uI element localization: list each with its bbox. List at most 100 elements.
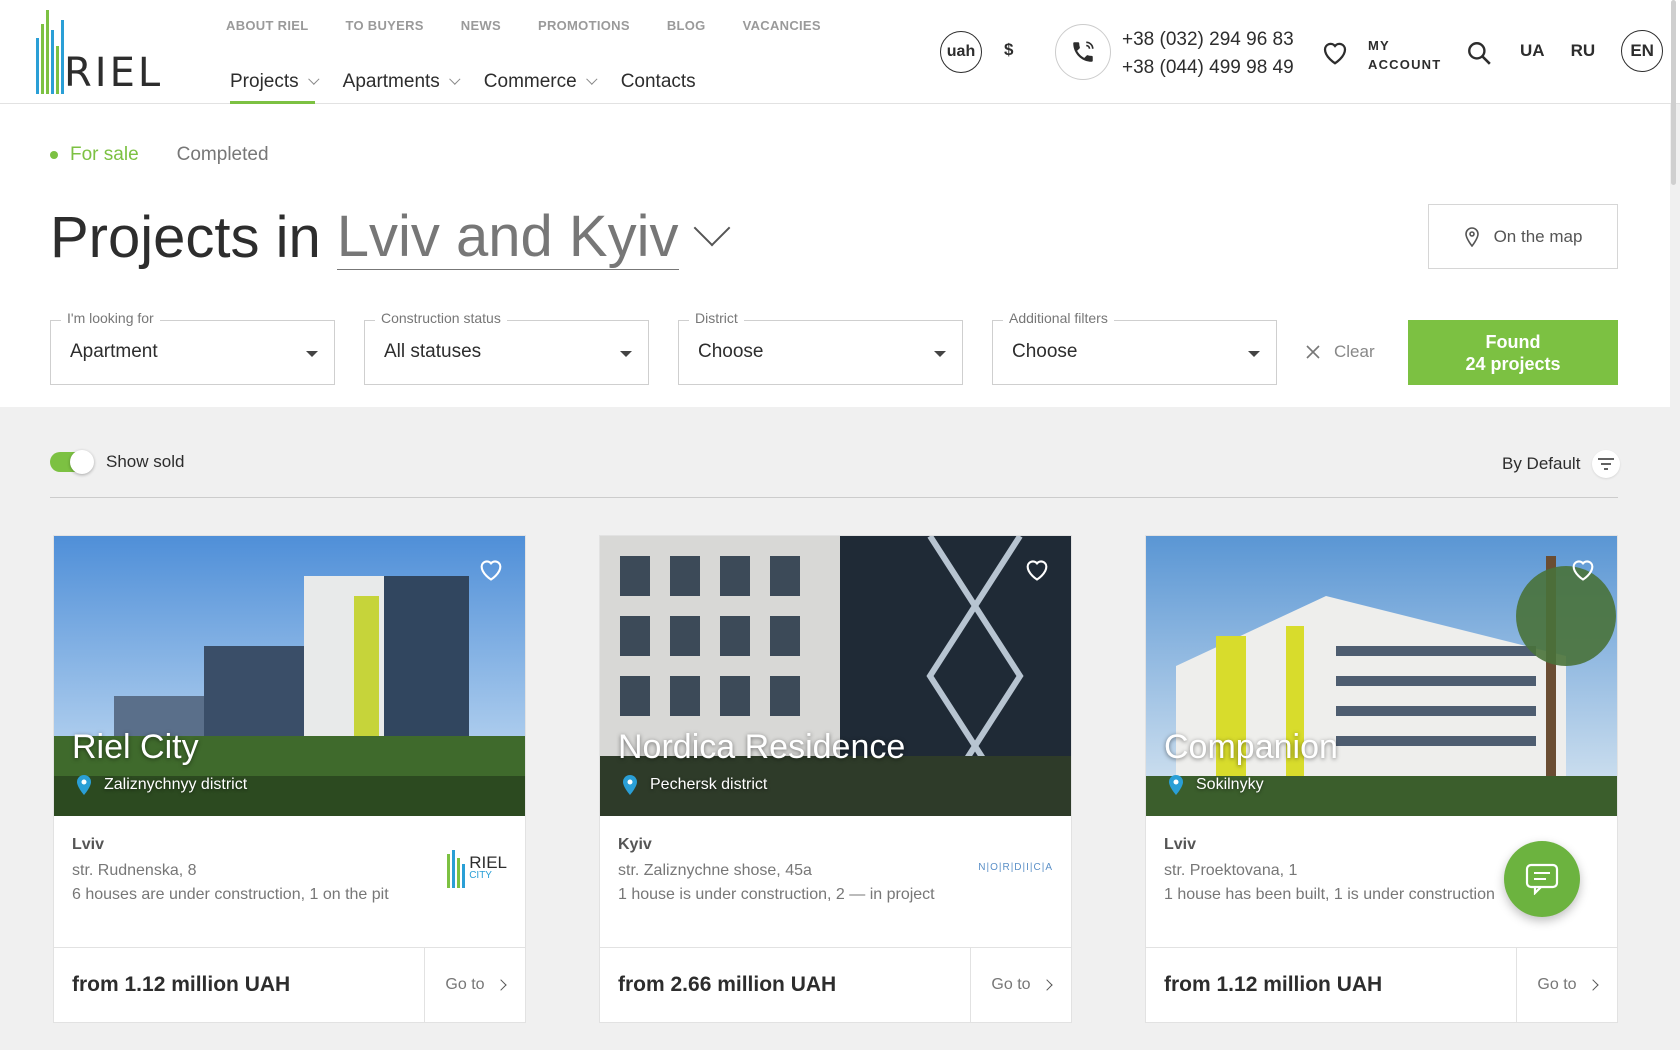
project-houses: 6 houses are under construction, 1 on th…: [72, 886, 389, 903]
riel-logo[interactable]: RIEL: [34, 10, 180, 98]
project-houses: 1 house has been built, 1 is under const…: [1164, 886, 1495, 903]
my-account-link[interactable]: MY ACCOUNT: [1368, 36, 1441, 74]
project-card-riel-city[interactable]: Riel City Zaliznychnyy district Lviv str…: [53, 535, 526, 1023]
link-vacancies[interactable]: VACANCIES: [743, 18, 821, 33]
nav-contacts[interactable]: Contacts: [621, 62, 696, 102]
chevron-right-icon: [494, 979, 507, 991]
link-about[interactable]: ABOUT RIEL: [226, 18, 308, 33]
map-pin-icon: [623, 775, 637, 795]
tab-completed[interactable]: Completed: [177, 144, 269, 166]
phone-kyiv[interactable]: +38 (044) 499 98 49: [1122, 54, 1294, 82]
project-photo[interactable]: Nordica Residence Pechersk district: [600, 536, 1071, 816]
project-district-label: Pechersk district: [650, 776, 768, 793]
chevron-down-icon[interactable]: [693, 209, 730, 246]
currency-uah-button[interactable]: uah: [940, 31, 982, 73]
project-address: str. Rudnenska, 8: [72, 862, 197, 879]
district-select[interactable]: District Choose: [678, 310, 963, 385]
favorite-heart-icon[interactable]: [1023, 556, 1051, 587]
found-line1: Found: [1485, 331, 1541, 352]
nav-apartments[interactable]: Apartments: [342, 62, 461, 102]
go-to-label: Go to: [991, 976, 1031, 993]
nordica-logo: N|O|R|D|I|C|A: [978, 862, 1053, 873]
project-info: Lviv str. Rudnenska, 8 6 houses are unde…: [54, 816, 525, 948]
nav-commerce[interactable]: Commerce: [483, 62, 598, 102]
chat-button[interactable]: [1504, 841, 1580, 917]
city-selector[interactable]: Lviv and Kyiv: [336, 205, 679, 270]
construction-status-select[interactable]: Construction status All statuses: [364, 310, 649, 385]
looking-for-value: Apartment: [70, 341, 158, 362]
clear-filters-button[interactable]: Clear: [1306, 342, 1375, 362]
dropdown-arrow-icon: [934, 351, 946, 357]
go-to-label: Go to: [1537, 976, 1577, 993]
page-scrollbar[interactable]: [1671, 0, 1676, 185]
link-blog[interactable]: BLOG: [667, 18, 706, 33]
construction-status-value: All statuses: [384, 341, 482, 362]
favorite-heart-icon[interactable]: [477, 556, 505, 587]
phone-call-button[interactable]: [1055, 24, 1111, 80]
favorite-heart-icon[interactable]: [1569, 556, 1597, 587]
lang-en[interactable]: EN: [1621, 30, 1664, 72]
project-footer: from 2.66 million UAH Go to: [600, 948, 1071, 1022]
phone-lviv[interactable]: +38 (032) 294 96 83: [1122, 26, 1294, 54]
phone-icon: [1073, 41, 1094, 62]
search-icon[interactable]: [1466, 40, 1492, 71]
top-links: ABOUT RIEL TO BUYERS NEWS PROMOTIONS BLO…: [226, 18, 821, 33]
nav-projects-label: Projects: [230, 71, 299, 92]
project-name[interactable]: Companion: [1164, 728, 1338, 767]
status-tabs: For sale Completed: [50, 144, 269, 166]
chevron-right-icon: [1040, 979, 1053, 991]
project-photo[interactable]: Riel City Zaliznychnyy district: [54, 536, 525, 816]
tab-for-sale[interactable]: For sale: [50, 144, 139, 166]
show-sold-toggle[interactable]: [50, 450, 94, 474]
project-photo[interactable]: Companion Sokilnyky: [1146, 536, 1617, 816]
favorites-heart-icon[interactable]: [1320, 38, 1350, 71]
nav-apartments-label: Apartments: [342, 71, 440, 92]
go-to-button[interactable]: Go to: [971, 948, 1071, 1022]
project-card-companion[interactable]: Companion Sokilnyky Lviv str. Proektovan…: [1145, 535, 1618, 1023]
currency-usd-button[interactable]: $: [1004, 40, 1013, 60]
phone-numbers: +38 (032) 294 96 83 +38 (044) 499 98 49: [1122, 26, 1294, 82]
chevron-down-icon: [307, 73, 320, 85]
sort-filter-icon[interactable]: [1592, 450, 1621, 478]
nav-contacts-label: Contacts: [620, 71, 696, 92]
map-pin-icon: [77, 775, 91, 795]
dropdown-arrow-icon: [620, 351, 632, 357]
project-card-nordica-residence[interactable]: Nordica Residence Pechersk district Kyiv…: [599, 535, 1072, 1023]
site-header: RIEL ABOUT RIEL TO BUYERS NEWS PROMOTION…: [0, 0, 1680, 104]
lang-ua[interactable]: UA: [1520, 41, 1545, 61]
lang-ru[interactable]: RU: [1571, 41, 1596, 61]
project-name[interactable]: Riel City: [72, 728, 199, 767]
link-news[interactable]: NEWS: [461, 18, 501, 33]
on-the-map-button[interactable]: On the map: [1428, 204, 1618, 269]
looking-for-label: I'm looking for: [61, 310, 160, 326]
on-the-map-label: On the map: [1493, 226, 1583, 246]
close-icon: [1306, 345, 1320, 359]
project-price: from 2.66 million UAH: [600, 948, 971, 1022]
my-account-line2: ACCOUNT: [1368, 57, 1442, 72]
looking-for-select[interactable]: I'm looking for Apartment: [50, 310, 335, 385]
main-nav: Projects Apartments Commerce Contacts: [230, 62, 696, 104]
district-value: Choose: [698, 341, 764, 362]
filter-panel: For sale Completed Projects in Lviv and …: [0, 104, 1670, 407]
project-footer: from 1.12 million UAH Go to: [54, 948, 525, 1022]
found-projects-button[interactable]: Found 24 projects: [1408, 320, 1618, 385]
project-district-label: Zaliznychnyy district: [104, 776, 248, 793]
link-promotions[interactable]: PROMOTIONS: [538, 18, 630, 33]
nav-commerce-label: Commerce: [483, 71, 577, 92]
show-sold-label: Show sold: [106, 452, 185, 471]
clear-label: Clear: [1334, 342, 1375, 361]
project-city: Lviv: [72, 836, 105, 853]
nav-projects[interactable]: Projects: [230, 62, 320, 104]
go-to-button[interactable]: Go to: [1517, 948, 1617, 1022]
page-title-prefix: Projects in: [50, 205, 321, 270]
sort-control[interactable]: By Default: [1502, 450, 1621, 478]
go-to-button[interactable]: Go to: [425, 948, 525, 1022]
project-district-label: Sokilnyky: [1196, 776, 1264, 793]
found-line2: 24 projects: [1465, 353, 1561, 374]
construction-status-label: Construction status: [375, 310, 507, 326]
dropdown-arrow-icon: [306, 351, 318, 357]
project-price: from 1.12 million UAH: [1146, 948, 1517, 1022]
additional-filters-select[interactable]: Additional filters Choose: [992, 310, 1277, 385]
project-name[interactable]: Nordica Residence: [618, 728, 905, 767]
link-to-buyers[interactable]: TO BUYERS: [345, 18, 423, 33]
